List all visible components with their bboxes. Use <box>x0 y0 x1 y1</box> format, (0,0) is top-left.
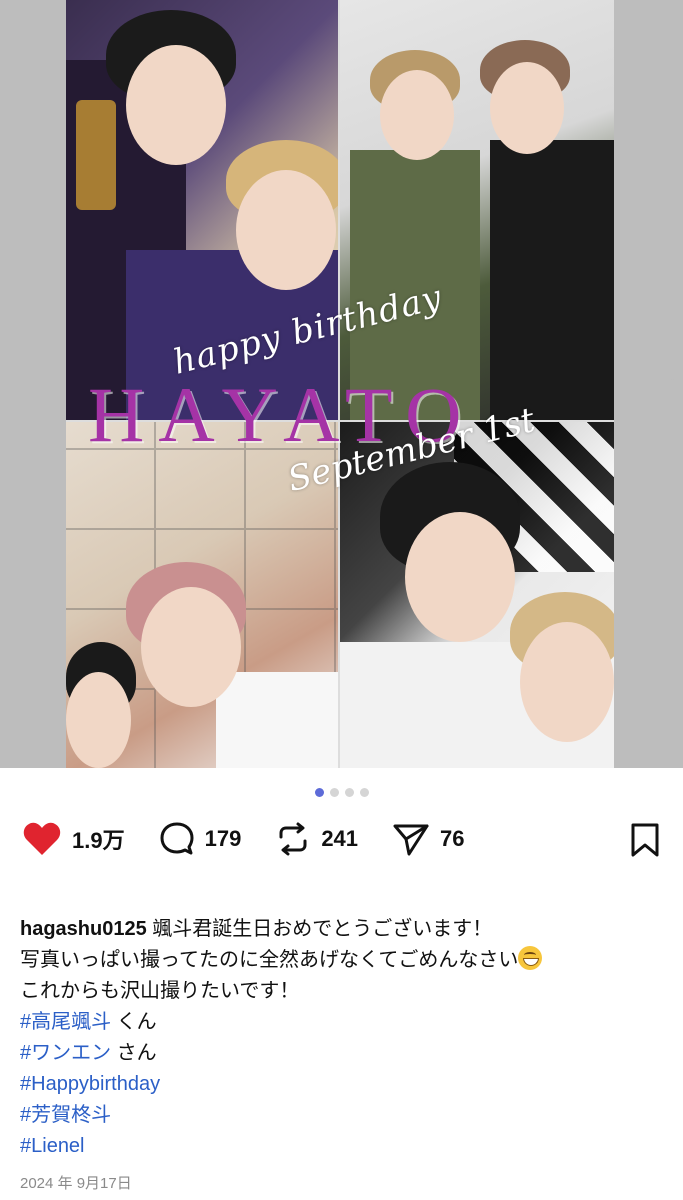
caption-suffix: さん <box>111 1042 157 1064</box>
photo-tile-2 <box>340 0 614 420</box>
share-button[interactable]: 76 <box>392 821 465 857</box>
carousel-dot[interactable] <box>314 788 324 797</box>
hashtag-link[interactable]: #Lienel <box>20 1135 85 1157</box>
repost-icon <box>279 822 307 856</box>
caption-line-3: これからも沢山撮りたいです！ <box>20 980 300 1002</box>
like-count: 1.9万 <box>72 828 125 853</box>
repost-button[interactable]: 241 <box>275 821 358 857</box>
action-bar: 1.9万 179 241 76 <box>22 814 661 864</box>
carousel-indicator <box>0 788 683 797</box>
author-username[interactable]: hagashu0125 <box>20 918 147 940</box>
carousel-dot[interactable] <box>359 788 369 797</box>
hashtag-link[interactable]: #ワンエン <box>20 1042 111 1064</box>
hashtag-link[interactable]: #Happybirthday <box>20 1073 160 1095</box>
caption-line-2: 写真いっぱい撮ってたのに全然あげなくてごめんなさい <box>20 949 519 971</box>
bookmark-icon <box>631 823 659 857</box>
comment-bubble-icon <box>160 822 194 855</box>
caption-suffix: くん <box>111 1011 157 1033</box>
comment-count: 179 <box>204 826 242 851</box>
share-count: 76 <box>440 826 465 851</box>
post-date: 2024 年 9月17日 <box>20 1175 132 1192</box>
send-icon <box>393 824 429 856</box>
post-image-carousel[interactable]: happy birthday HAYATO September 1st <box>0 0 683 768</box>
page-scrollbar[interactable] <box>670 200 675 380</box>
repost-count: 241 <box>321 826 359 851</box>
caption-line-1: 颯斗君誕生日おめでとうございます！ <box>146 918 493 940</box>
like-button[interactable]: 1.9万 <box>22 821 125 857</box>
heart-icon <box>23 822 61 855</box>
grinning-face-emoji-icon <box>518 946 543 970</box>
hashtag-link[interactable]: #芳賀柊斗 <box>20 1104 111 1126</box>
carousel-dot[interactable] <box>344 788 354 797</box>
carousel-dot[interactable] <box>329 788 339 797</box>
hashtag-link[interactable]: #高尾颯斗 <box>20 1011 111 1033</box>
post-caption: hagashu0125 颯斗君誕生日おめでとうございます！ 写真いっぱい撮ってた… <box>20 914 660 1162</box>
bookmark-button[interactable] <box>629 822 661 863</box>
comment-button[interactable]: 179 <box>159 821 242 857</box>
